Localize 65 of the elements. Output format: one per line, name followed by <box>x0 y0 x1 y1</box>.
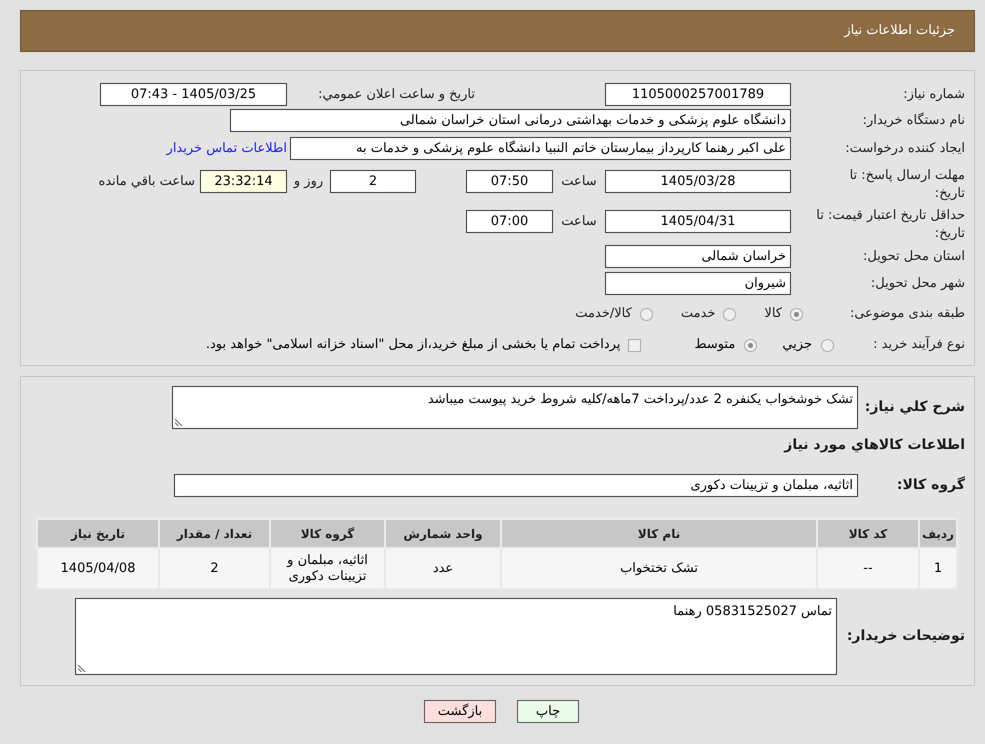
table-cell: 2 <box>159 548 270 589</box>
field-label: توضیحات خریدار: <box>846 627 965 646</box>
time-label: ساعت <box>560 213 598 231</box>
radio-button[interactable] <box>640 308 653 320</box>
goods-group-field[interactable]: اثاثیه، مبلمان و تزیینات دکوری <box>174 474 858 497</box>
column-header: کد کالا <box>817 519 919 548</box>
days-label: روز و <box>292 173 324 191</box>
radio-label: کالا/خدمت <box>575 305 632 324</box>
table-cell: تشک تختخواب <box>501 548 817 589</box>
field-label: ایجاد کننده درخواست: <box>844 140 965 158</box>
time-label: ساعت <box>560 173 598 191</box>
column-header: واحد شمارش <box>385 519 501 548</box>
requester-field[interactable]: علی اکبر رهنما کارپرداز بیمارستان خاتم النبیا دانشگاه علوم پزشکی و خدمات به <box>290 137 791 160</box>
radio-label: جزيي <box>782 336 812 354</box>
field-label: نام دستگاه خریدار: <box>862 112 965 130</box>
resize-grip-icon[interactable] <box>175 418 183 426</box>
announcement-date-field[interactable]: 1405/03/25 - 07:43 <box>100 83 287 106</box>
field-label: تاریخ و ساعت اعلان عمومي: <box>317 86 475 104</box>
buyer-notes-textarea[interactable]: تماس 05831525027 رهنما <box>75 598 837 675</box>
reply-date-field[interactable]: 1405/03/28 <box>605 170 791 193</box>
field-label: طبقه بندی موضوعی: <box>848 305 965 324</box>
reply-time-field[interactable]: 07:50 <box>466 170 553 193</box>
buyer-contact-link[interactable]: اطلاعات تماس خریدار <box>166 138 287 158</box>
buyer-organization-field[interactable]: دانشگاه علوم پزشکی و خدمات بهداشتی درمانی استان خراسان شمالی <box>230 109 791 132</box>
field-label: شماره نیاز: <box>902 86 965 104</box>
column-header: نام کالا <box>501 519 817 548</box>
field-label: مهلت ارسال پاسخ: تا تاریخ: <box>848 167 965 203</box>
field-label: شرح کلي نیاز: <box>864 398 965 417</box>
column-header: تاریخ نیاز <box>37 519 159 548</box>
field-label: استان محل تحویل: <box>862 248 965 266</box>
field-label: حداقل تاریخ اعتبار قیمت: تا تاریخ: <box>815 207 965 243</box>
table-cell: اثاثیه، مبلمان و تزیینات دکوری <box>270 548 385 589</box>
checkbox-label: پرداخت تمام یا بخشی از مبلغ خرید،از محل "اسناد خزانه اسلامی" خواهد بود. <box>206 336 620 354</box>
validity-time-field[interactable]: 07:00 <box>466 210 553 233</box>
city-field[interactable]: شیروان <box>605 272 791 295</box>
field-label: گروه کالا: <box>896 475 965 495</box>
radio-label: متوسط <box>694 336 736 354</box>
radio-button[interactable] <box>723 308 736 320</box>
days-field[interactable]: 2 <box>330 170 416 193</box>
province-field[interactable]: خراسان شمالی <box>605 245 791 268</box>
column-header: گروه کالا <box>270 519 385 548</box>
table-cell: 1405/04/08 <box>37 548 159 589</box>
radio-label: خدمت <box>680 305 716 324</box>
field-label: شهر محل تحویل: <box>870 274 965 293</box>
radio-button[interactable] <box>790 308 803 320</box>
radio-label: کالا <box>764 305 782 324</box>
table-cell: -- <box>817 548 919 589</box>
radio-button[interactable] <box>821 338 834 352</box>
table-cell: عدد <box>385 548 501 589</box>
print-button[interactable]: چاپ <box>517 700 579 723</box>
section-heading: اطلاعات کالاهاي مورد نیاز <box>784 436 965 454</box>
column-header: تعداد / مقدار <box>159 519 270 548</box>
column-header: ردیف <box>919 519 957 548</box>
back-button[interactable]: بازگشت <box>424 700 496 723</box>
remaining-time-field[interactable]: 23:32:14 <box>200 170 287 193</box>
radio-button[interactable] <box>744 338 758 352</box>
validity-date-field[interactable]: 1405/04/31 <box>605 210 791 233</box>
page-title: جزئیات اطلاعات نیاز <box>844 22 955 40</box>
table-cell: 1 <box>919 548 957 589</box>
need-number-field[interactable]: 1105000257001789 <box>605 83 791 106</box>
description-textarea[interactable]: تشک خوشخواب یکنفره 2 عدد/پرداخت 7ماهه/کلیه شروط خرید پیوست میباشد <box>172 386 858 429</box>
resize-grip-icon[interactable] <box>78 664 86 672</box>
checkbox[interactable] <box>628 338 642 352</box>
field-label: نوع فرآیند خرید : <box>872 335 965 354</box>
remaining-time-label: ساعت باقي مانده <box>98 173 195 191</box>
